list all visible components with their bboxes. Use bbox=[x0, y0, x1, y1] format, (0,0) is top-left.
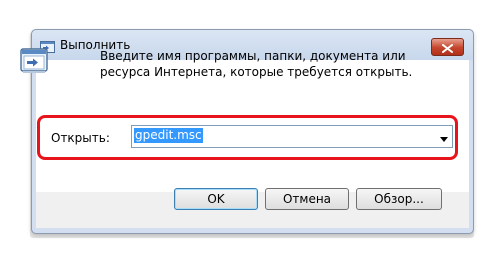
dialog-description: Введите имя программы, папки, документа … bbox=[100, 49, 413, 79]
run-icon bbox=[20, 48, 48, 74]
ok-button[interactable]: OK bbox=[174, 188, 258, 210]
browse-button[interactable]: Обзор... bbox=[356, 188, 442, 210]
highlight-frame bbox=[37, 115, 458, 160]
close-button[interactable] bbox=[431, 38, 464, 56]
cancel-button[interactable]: Отмена bbox=[265, 188, 349, 210]
close-icon bbox=[442, 38, 453, 57]
